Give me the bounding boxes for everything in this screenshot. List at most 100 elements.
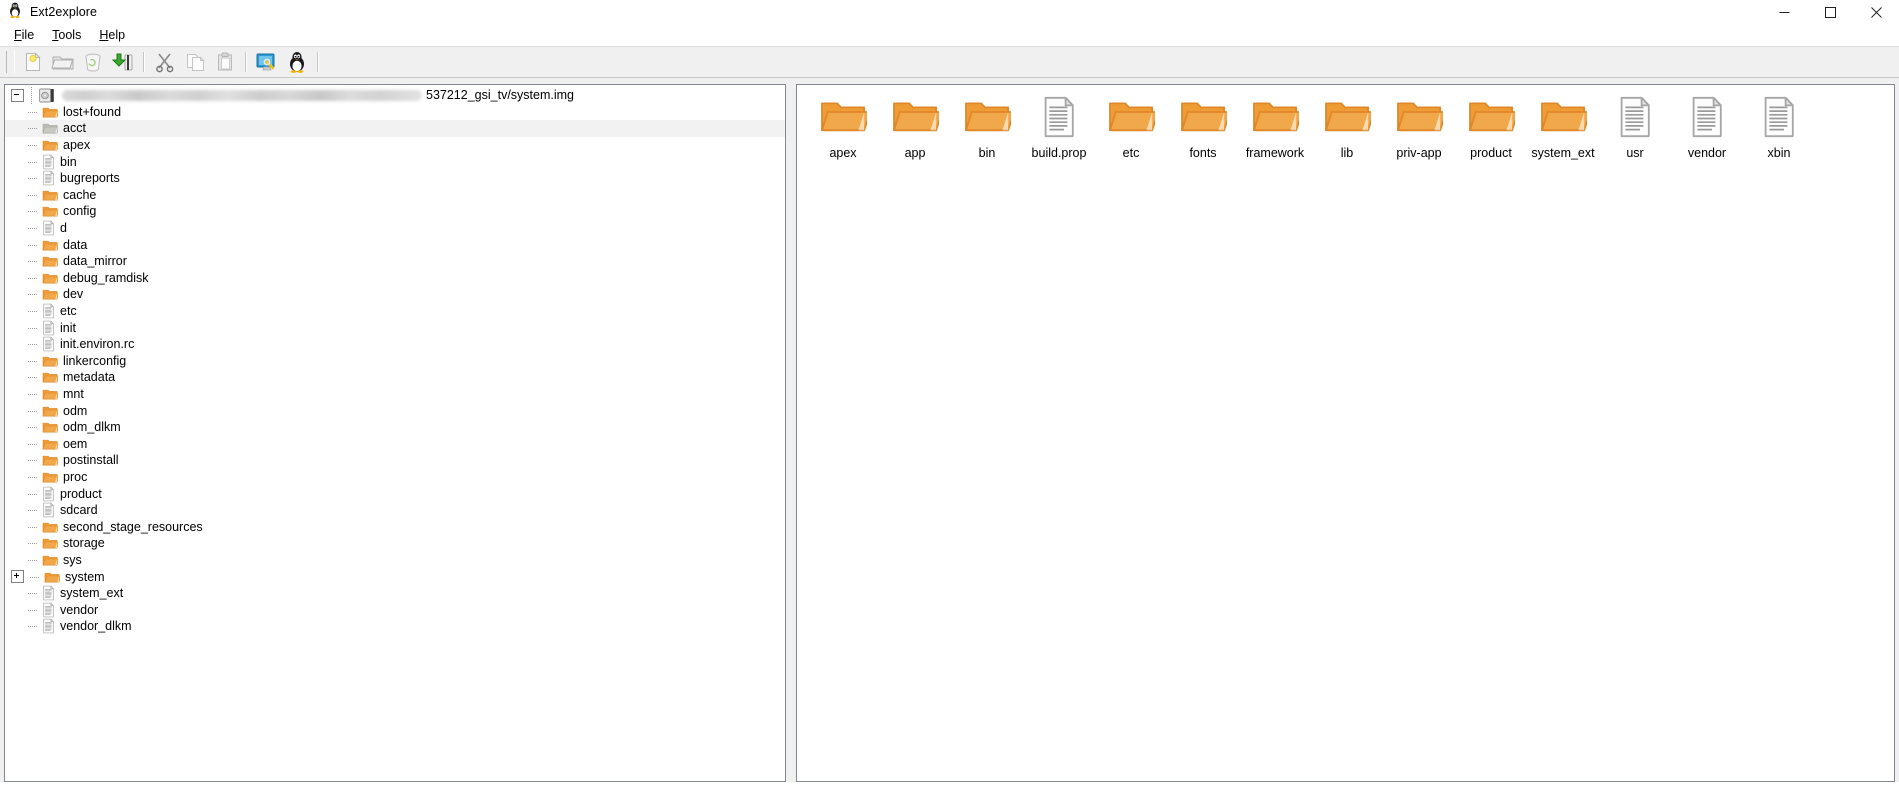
content-item-build-prop[interactable]: build.prop: [1023, 93, 1095, 169]
tree-item-label: odm: [63, 403, 88, 418]
toolbar: [0, 46, 1899, 78]
linux-tux-icon[interactable]: [282, 48, 312, 76]
file-icon: [42, 170, 55, 186]
tree-item-label: vendor_dlkm: [60, 619, 132, 634]
tree-item-oem[interactable]: oem: [5, 435, 785, 452]
folder-icon: [963, 95, 1011, 143]
tree-item-sdcard[interactable]: sdcard: [5, 502, 785, 519]
tree-root-row[interactable]: 537212_gsi_tv/system.img: [5, 87, 785, 104]
tree-item-label: odm_dlkm: [63, 420, 121, 435]
new-file-icon[interactable]: [18, 48, 48, 76]
tree-item-label: init: [60, 320, 76, 335]
copy-icon[interactable]: [180, 48, 210, 76]
tree-item-system-ext[interactable]: system_ext: [5, 585, 785, 602]
tree-line: [26, 87, 39, 104]
folder-icon: [42, 138, 58, 152]
tree-item-data-mirror[interactable]: data_mirror: [5, 253, 785, 270]
tree-item-vendor[interactable]: vendor: [5, 601, 785, 618]
recycle-bin-icon[interactable]: [78, 48, 108, 76]
file-icon: [42, 602, 55, 618]
tree-item-bin[interactable]: bin: [5, 153, 785, 170]
title-bar: Ext2explore: [0, 0, 1899, 24]
content-item-xbin[interactable]: xbin: [1743, 93, 1815, 169]
minimize-button[interactable]: [1761, 0, 1807, 24]
close-button[interactable]: [1853, 0, 1899, 24]
tree-item-debug-ramdisk[interactable]: debug_ramdisk: [5, 270, 785, 287]
icon-grid: apex app bin build.prop etc fonts framework lib…: [807, 93, 1894, 169]
content-item-label: xbin: [1767, 146, 1791, 160]
menu-help[interactable]: Help: [91, 25, 133, 45]
tree-item-label: d: [60, 221, 67, 236]
directory-tree-panel[interactable]: 537212_gsi_tv/system.img lost+found acct ap…: [4, 84, 786, 782]
tree-item-odm[interactable]: odm: [5, 402, 785, 419]
window-title: Ext2explore: [30, 5, 98, 19]
folder-icon: [42, 387, 58, 401]
tree-item-apex[interactable]: apex: [5, 137, 785, 154]
tree-item-cache[interactable]: cache: [5, 187, 785, 204]
save-to-disk-icon[interactable]: [108, 48, 138, 76]
folder-icon: [42, 287, 58, 301]
tree-item-linkerconfig[interactable]: linkerconfig: [5, 353, 785, 370]
tree-item-mnt[interactable]: mnt: [5, 386, 785, 403]
tree-item-dev[interactable]: dev: [5, 286, 785, 303]
toolbar-grip[interactable]: [6, 51, 15, 73]
tree-item-proc[interactable]: proc: [5, 469, 785, 486]
tree-item-etc[interactable]: etc: [5, 303, 785, 320]
menu-tools[interactable]: Tools: [44, 25, 89, 45]
menu-bar: File Tools Help: [0, 24, 1899, 46]
tree-expander-expand-icon[interactable]: [11, 570, 24, 584]
tree-item-postinstall[interactable]: postinstall: [5, 452, 785, 469]
content-item-etc[interactable]: etc: [1095, 93, 1167, 169]
tree-expander-collapse-icon[interactable]: [11, 88, 24, 102]
tree-item-data[interactable]: data: [5, 236, 785, 253]
content-item-label: priv-app: [1396, 146, 1442, 160]
workspace: 537212_gsi_tv/system.img lost+found acct ap…: [0, 78, 1899, 782]
folder-contents-panel[interactable]: apex app bin build.prop etc fonts framework lib…: [796, 84, 1895, 782]
panel-splitter[interactable]: [786, 84, 796, 782]
tree-item-product[interactable]: product: [5, 485, 785, 502]
tree-item-init[interactable]: init: [5, 319, 785, 336]
toolbar-separator-3: [317, 52, 319, 72]
paste-icon[interactable]: [210, 48, 240, 76]
content-item-fonts[interactable]: fonts: [1167, 93, 1239, 169]
content-item-vendor[interactable]: vendor: [1671, 93, 1743, 169]
tree-item-label: metadata: [63, 370, 116, 385]
content-item-app[interactable]: app: [879, 93, 951, 169]
tree-item-label: postinstall: [63, 453, 119, 468]
tree-item-config[interactable]: config: [5, 203, 785, 220]
file-icon: [1041, 95, 1077, 143]
tree-item-label: lost+found: [63, 104, 122, 119]
tree-item-init-environ-rc[interactable]: init.environ.rc: [5, 336, 785, 353]
tree-item-lost-found[interactable]: lost+found: [5, 104, 785, 121]
content-item-lib[interactable]: lib: [1311, 93, 1383, 169]
file-icon: [42, 618, 55, 634]
tree-item-storage[interactable]: storage: [5, 535, 785, 552]
content-item-framework[interactable]: framework: [1239, 93, 1311, 169]
open-folder-icon[interactable]: [48, 48, 78, 76]
content-item-apex[interactable]: apex: [807, 93, 879, 169]
maximize-button[interactable]: [1807, 0, 1853, 24]
content-item-usr[interactable]: usr: [1599, 93, 1671, 169]
cut-scissors-icon[interactable]: [150, 48, 180, 76]
content-item-system-ext[interactable]: system_ext: [1527, 93, 1599, 169]
tree-item-system[interactable]: system: [5, 568, 785, 585]
tree-item-vendor-dlkm[interactable]: vendor_dlkm: [5, 618, 785, 635]
scan-disk-icon[interactable]: [252, 48, 282, 76]
folder-icon: [42, 254, 58, 268]
tree-item-sys[interactable]: sys: [5, 552, 785, 569]
tree-item-label: init.environ.rc: [60, 337, 135, 352]
tree-item-metadata[interactable]: metadata: [5, 369, 785, 386]
file-icon: [42, 220, 55, 236]
content-item-label: lib: [1340, 146, 1354, 160]
menu-file[interactable]: File: [6, 25, 42, 45]
tree-item-bugreports[interactable]: bugreports: [5, 170, 785, 187]
content-item-bin[interactable]: bin: [951, 93, 1023, 169]
content-item-product[interactable]: product: [1455, 93, 1527, 169]
tree-item-second-stage-resources[interactable]: second_stage_resources: [5, 518, 785, 535]
content-item-priv-app[interactable]: priv-app: [1383, 93, 1455, 169]
tree-item-d[interactable]: d: [5, 220, 785, 237]
tree-item-odm-dlkm[interactable]: odm_dlkm: [5, 419, 785, 436]
window-controls: [1761, 0, 1899, 24]
content-item-label: app: [904, 146, 926, 160]
tree-item-acct[interactable]: acct: [5, 120, 785, 137]
